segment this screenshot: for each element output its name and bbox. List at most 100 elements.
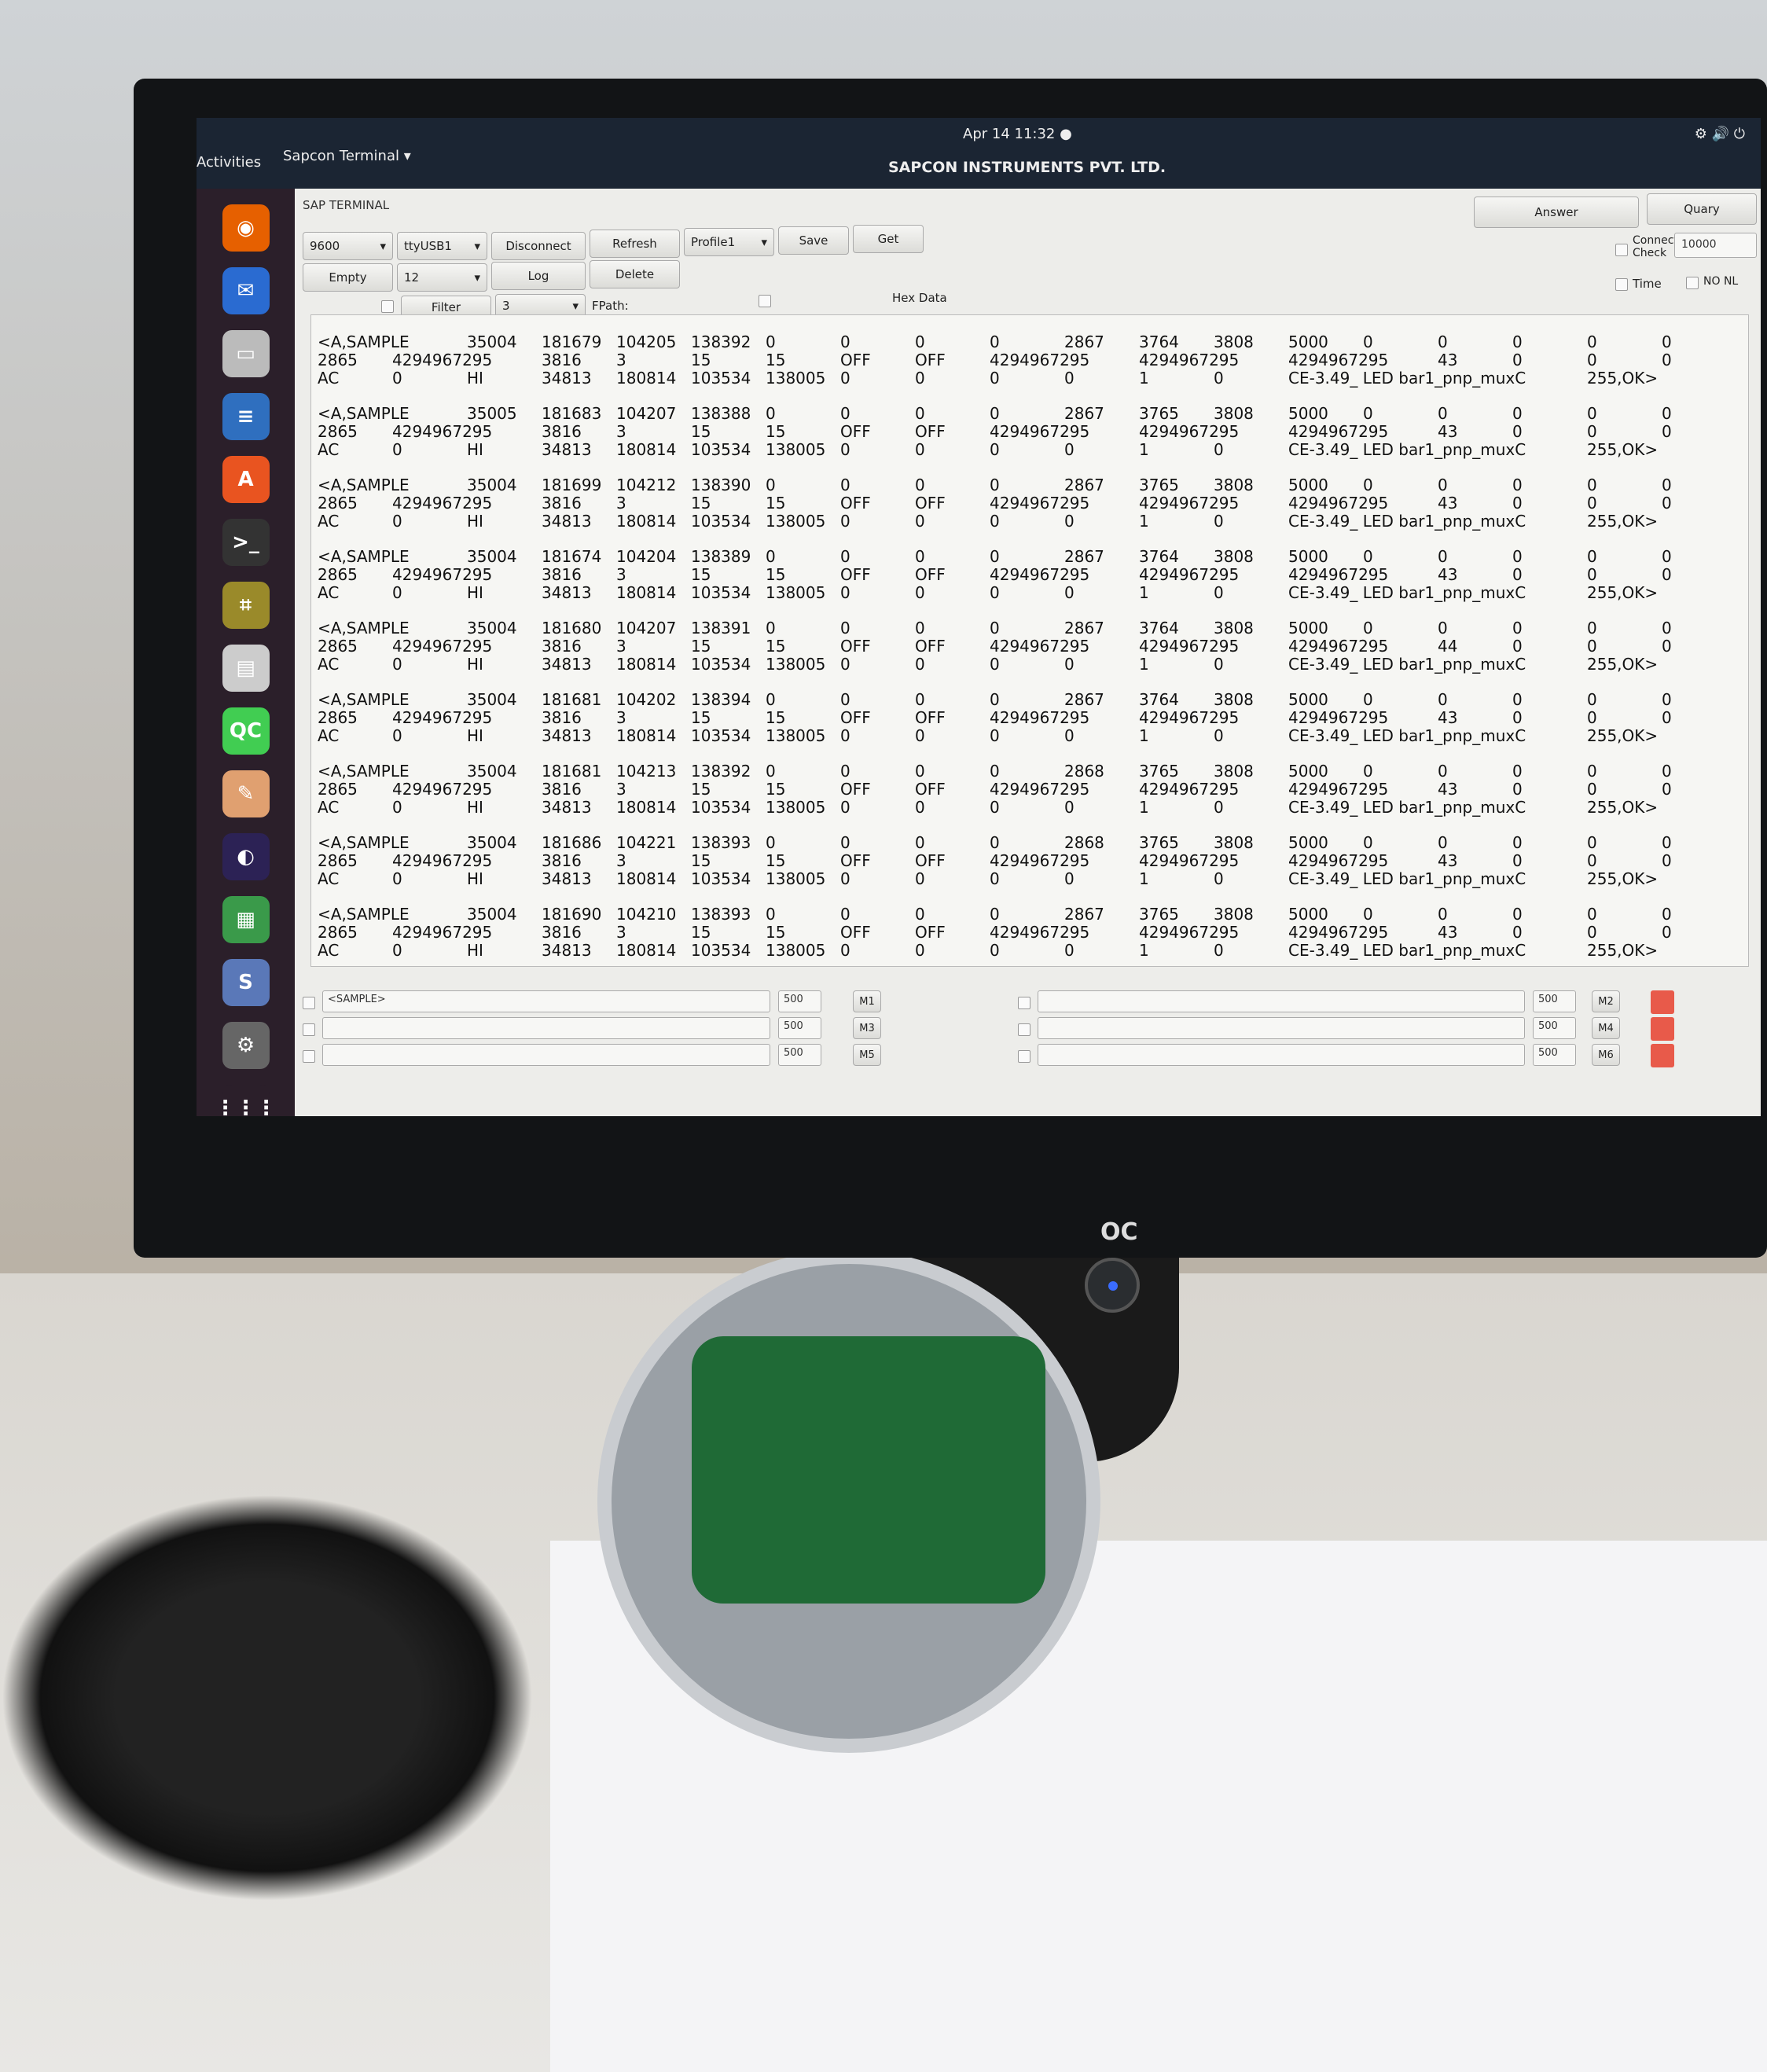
no-nl-checkbox[interactable] [1686, 277, 1699, 289]
macro-enable-checkbox[interactable] [1018, 997, 1030, 1009]
get-button[interactable]: Get [853, 225, 924, 253]
pcb-tool-icon[interactable]: ⌗ [222, 582, 270, 629]
terminal-cell: 4294967295 [1139, 923, 1240, 942]
macro-text-input[interactable] [322, 1017, 770, 1039]
connection-interval-input[interactable]: 10000 [1674, 233, 1757, 258]
macro-text-input[interactable]: <SAMPLE> [322, 990, 770, 1012]
firefox-icon[interactable]: ◉ [222, 204, 270, 252]
port-select[interactable]: ttyUSB1 ▾ [397, 232, 487, 260]
terminal-cell: 0 [840, 762, 850, 781]
macro-delay-input[interactable]: 500 [1533, 990, 1576, 1012]
terminal-cell: 3808 [1214, 332, 1254, 351]
document-icon[interactable]: ▤ [222, 645, 270, 692]
terminal-icon[interactable]: >_ [222, 519, 270, 566]
connection-check-checkbox[interactable] [1615, 244, 1628, 256]
filter-checkbox[interactable] [381, 300, 394, 313]
writer-icon[interactable]: ≡ [222, 393, 270, 440]
terminal-cell [1363, 583, 1438, 602]
terminal-cell [1438, 440, 1512, 459]
profile-select[interactable]: Profile1 ▾ [684, 228, 774, 256]
macro-text-input[interactable] [322, 1044, 770, 1066]
terminal-cell: 0 [915, 583, 925, 602]
system-tray[interactable]: ⚙ 🔊 ⏻ [1695, 126, 1745, 142]
time-checkbox[interactable] [1615, 278, 1628, 291]
size-select[interactable]: 12 ▾ [397, 263, 487, 292]
empty-button[interactable]: Empty [303, 263, 393, 292]
terminal-output[interactable]: <A,SAMPLE 35004 181679 104205 138392 0 0 0 0 2867… [310, 314, 1749, 967]
terminal-cell: 0 [1214, 726, 1224, 745]
answer-button[interactable]: Answer [1474, 197, 1639, 228]
macro-enable-checkbox[interactable] [1018, 1050, 1030, 1063]
macro-clear-button[interactable] [1651, 990, 1674, 1014]
sapcon-icon[interactable]: S [222, 959, 270, 1006]
macro-delay-input[interactable]: 500 [778, 1017, 821, 1039]
hex-data-checkbox[interactable] [759, 295, 771, 307]
terminal-cell: 104210 [616, 905, 677, 924]
terminal-cell: 3808 [1214, 833, 1254, 852]
eclipse-icon[interactable]: ◐ [222, 833, 270, 880]
macro-send-button-m6[interactable]: M6 [1592, 1044, 1620, 1066]
draw-icon[interactable]: ✎ [222, 770, 270, 817]
monitor-brand: OC [1100, 1218, 1138, 1246]
software-icon[interactable]: A [222, 456, 270, 503]
terminal-cell [1662, 941, 1736, 960]
baud-select[interactable]: 9600 ▾ [303, 232, 393, 260]
terminal-cell: 2865 [318, 923, 358, 942]
terminal-record: <A,SAMPLE 35004 181690 104210 138393 0 0 0 0 2867… [318, 905, 1742, 960]
save-button[interactable]: Save [778, 226, 849, 255]
chevron-down-icon: ▾ [474, 270, 480, 285]
macro-enable-checkbox[interactable] [303, 1050, 315, 1063]
macro-send-button-m1[interactable]: M1 [853, 990, 881, 1012]
terminal-cell: 0 [1363, 547, 1373, 566]
terminal-cell [1438, 726, 1512, 745]
macro-delay-input[interactable]: 500 [778, 1044, 821, 1066]
macro-send-button-m4[interactable]: M4 [1592, 1017, 1620, 1039]
files-icon[interactable]: ▭ [222, 330, 270, 377]
macro-text-input[interactable] [1038, 1017, 1525, 1039]
terminal-cell: 4294967295 [1139, 708, 1240, 727]
terminal-cell [392, 476, 467, 494]
delete-button[interactable]: Delete [590, 260, 680, 288]
terminal-cell: 3808 [1214, 404, 1254, 423]
disconnect-button[interactable]: Disconnect [491, 232, 586, 260]
macro-clear-button[interactable] [1651, 1017, 1674, 1041]
terminal-cell: CE-3.49_ LED bar1_pnp_muxC [1288, 726, 1526, 745]
qt-creator-icon[interactable]: QC [222, 707, 270, 755]
clock[interactable]: Apr 14 11:32 ● [963, 126, 1072, 142]
macro-enable-checkbox[interactable] [1018, 1023, 1030, 1036]
settings-icon[interactable]: ⚙ [222, 1022, 270, 1069]
app-grid-icon[interactable]: ⋮⋮⋮ [215, 1085, 277, 1116]
macro-send-button-m5[interactable]: M5 [853, 1044, 881, 1066]
refresh-button[interactable]: Refresh [590, 230, 680, 258]
terminal-cell: 0 [1662, 351, 1672, 369]
log-button[interactable]: Log [491, 262, 586, 290]
terminal-cell [467, 851, 542, 870]
macro-enable-checkbox[interactable] [303, 1023, 315, 1036]
terminal-cell: 103534 [691, 726, 751, 745]
macro-delay-input[interactable]: 500 [1533, 1017, 1576, 1039]
quary-button[interactable]: Quary [1647, 193, 1757, 225]
macro-enable-checkbox[interactable] [303, 997, 315, 1009]
terminal-cell: 35004 [467, 547, 517, 566]
app-menu[interactable]: Sapcon Terminal ▾ [283, 148, 411, 164]
power-button[interactable] [1085, 1258, 1140, 1313]
terminal-line: <A,SAMPLE 35004 181679 104205 138392 0 0 0 0 2867… [318, 332, 1742, 351]
macro-send-button-m3[interactable]: M3 [853, 1017, 881, 1039]
macro-text-input[interactable] [1038, 1044, 1525, 1066]
terminal-cell: 103534 [691, 941, 751, 960]
activities-button[interactable]: Activities [197, 154, 261, 171]
terminal-cell: 3 [616, 637, 626, 656]
terminal-cell: 103534 [691, 655, 751, 674]
thunderbird-icon[interactable]: ✉ [222, 267, 270, 314]
macro-clear-button[interactable] [1651, 1044, 1674, 1067]
terminal-cell [1662, 869, 1736, 888]
terminal-cell: CE-3.49_ LED bar1_pnp_muxC [1288, 941, 1526, 960]
terminal-cell: 4294967295 [1288, 351, 1389, 369]
macro-text-input[interactable] [1038, 990, 1525, 1012]
macro-delay-input[interactable]: 500 [1533, 1044, 1576, 1066]
terminal-cell: 0 [915, 476, 925, 494]
terminal-cell: 138005 [766, 440, 826, 459]
macro-send-button-m2[interactable]: M2 [1592, 990, 1620, 1012]
macro-delay-input[interactable]: 500 [778, 990, 821, 1012]
calc-icon[interactable]: ▦ [222, 896, 270, 943]
